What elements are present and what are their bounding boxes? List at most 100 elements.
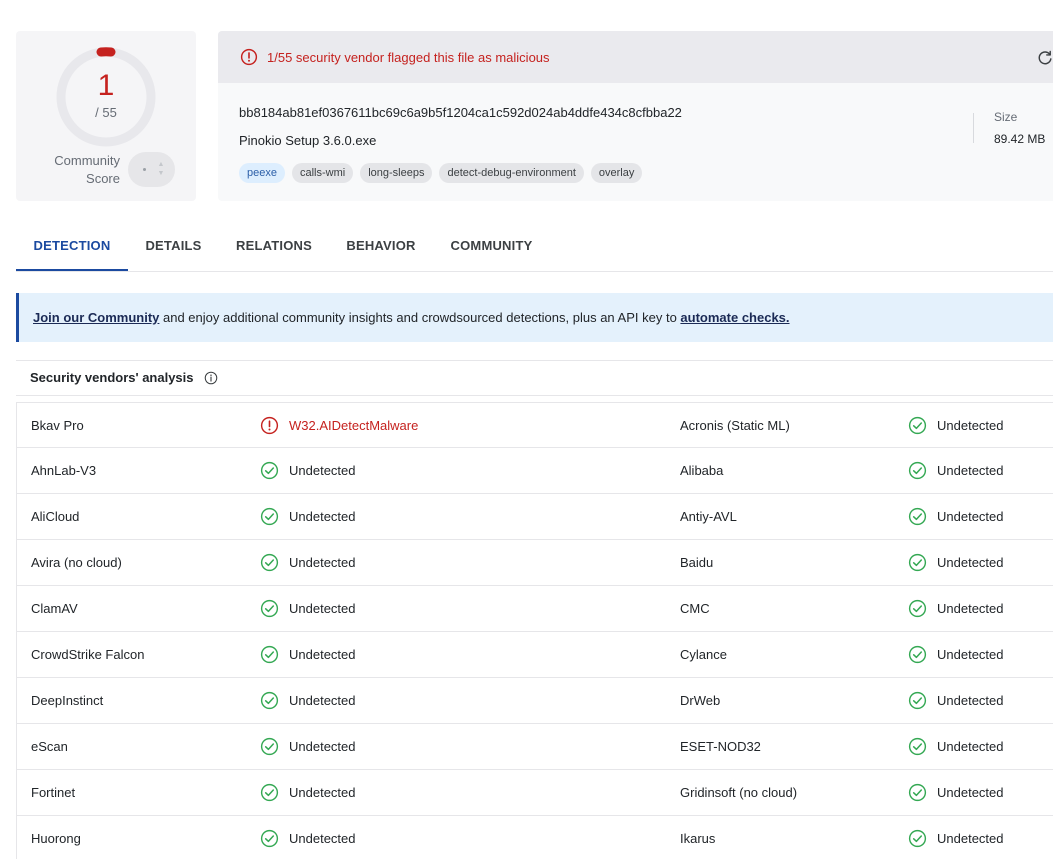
tab-community[interactable]: COMMUNITY [444,228,539,271]
check-circle-icon [260,461,279,480]
check-circle-icon [908,507,927,526]
vendor-result: Undetected [908,678,1004,723]
vendor-name: Cylance [680,647,727,662]
check-circle-icon [260,553,279,572]
banner-text: and enjoy additional community insights … [159,310,681,325]
check-circle-icon [908,783,927,802]
vendor-name: ClamAV [31,601,78,616]
vendor-name: Gridinsoft (no cloud) [680,785,798,800]
vendor-result: Undetected [260,586,356,631]
table-row: AliCloud Undetected Antiy-AVL Undetected [16,494,1053,540]
vendor-name: Ikarus [680,831,716,846]
tag[interactable]: calls-wmi [291,163,354,183]
vendor-result: Undetected [908,816,1004,859]
check-circle-icon [908,737,927,756]
vendor-result-label: Undetected [937,555,1004,570]
vendor-results-table: Bkav Pro W32.AIDetectMalware Acronis (Stat… [16,402,1053,859]
tab-relations[interactable]: RELATIONS [226,228,322,271]
vendor-result: Undetected [908,540,1004,585]
vendor-name: ESET-NOD32 [680,739,761,754]
vendor-name: Fortinet [31,785,76,800]
vendor-name: Bkav Pro [31,418,84,433]
vendor-name: DrWeb [680,693,721,708]
vendor-result-label: Undetected [937,463,1004,478]
community-banner: Join our Community and enjoy additional … [16,293,1053,342]
vendor-name: eScan [31,739,68,754]
vendor-result-label: Undetected [289,463,356,478]
vendor-result-label: Undetected [289,555,356,570]
check-circle-icon [908,599,927,618]
alert-text: 1/55 security vendor flagged this file a… [267,49,550,65]
tag[interactable]: peexe [239,163,285,183]
vendor-name: Acronis (Static ML) [680,418,790,433]
check-circle-icon [908,461,927,480]
vote-arrows-icon: ▲ ▼ [157,161,165,177]
table-row: Avira (no cloud) Undetected Baidu Undetecte… [16,540,1053,586]
check-circle-icon [908,553,927,572]
vendor-result-label: Undetected [289,831,356,846]
vendor-result: Undetected [260,632,356,677]
vendor-result: Undetected [908,770,1004,815]
tab-details[interactable]: DETAILS [136,228,211,271]
tab-behavior[interactable]: BEHAVIOR [336,228,426,271]
vendor-result-label: Undetected [289,739,356,754]
automate-checks-link[interactable]: automate checks. [680,310,789,325]
vendor-name: AliCloud [31,509,80,524]
table-row: Bkav Pro W32.AIDetectMalware Acronis (Stat… [16,402,1053,448]
section-title: Security vendors' analysis [30,370,194,385]
community-score-dot [143,168,146,171]
tag[interactable]: detect-debug-environment [439,163,584,183]
vendor-result: Undetected [908,724,1004,769]
vendor-result-label: Undetected [289,785,356,800]
report-tabs: DETECTION DETAILS RELATIONS BEHAVIOR COM… [16,228,1053,272]
check-circle-icon [260,691,279,710]
check-circle-icon [908,829,927,848]
check-circle-icon [260,737,279,756]
refresh-icon[interactable] [1036,49,1053,67]
tab-detection[interactable]: DETECTION [16,228,128,271]
vendor-result-label: Undetected [937,693,1004,708]
vendor-result-label: Undetected [937,785,1004,800]
vendor-name: Huorong [31,831,81,846]
info-icon[interactable] [204,371,218,385]
vendor-result: Undetected [260,678,356,723]
community-score-card: 1 / 55 Community Score ▲ ▼ [16,31,196,201]
vendor-result: Undetected [260,724,356,769]
check-circle-icon [260,829,279,848]
community-score-toggle[interactable]: ▲ ▼ [128,152,175,187]
vendor-result-label: Undetected [289,601,356,616]
vendor-result-label: Undetected [937,739,1004,754]
vendor-name: DeepInstinct [31,693,104,708]
vendor-result-label: Undetected [937,647,1004,662]
vendor-result: Undetected [908,494,1004,539]
detection-total: / 55 [95,105,117,120]
vendor-result: Undetected [260,448,356,493]
vendor-name: Baidu [680,555,714,570]
file-hash[interactable]: bb8184ab81ef0367611bc69c6a9b5f1204ca1c59… [239,105,682,120]
vendor-result: Undetected [908,448,1004,493]
vendor-name: CMC [680,601,710,616]
table-row: ClamAV Undetected CMC Undetected [16,586,1053,632]
size-label: Size [994,110,1018,124]
tag[interactable]: overlay [590,163,643,183]
tag[interactable]: long-sleeps [360,163,433,183]
alert-circle-icon [260,416,279,435]
size-divider [973,113,974,143]
community-score-label: Community Score [54,153,120,186]
vendor-name: Avira (no cloud) [31,555,122,570]
table-row: DeepInstinct Undetected DrWeb Undetected [16,678,1053,724]
vendor-result: Undetected [908,403,1004,448]
vendor-result-label: W32.AIDetectMalware [289,418,419,433]
table-row: AhnLab-V3 Undetected Alibaba Undetected [16,448,1053,494]
vendor-result: Undetected [260,540,356,585]
detection-count: 1 [97,69,115,102]
check-circle-icon [908,416,927,435]
join-community-link[interactable]: Join our Community [33,310,159,325]
file-name: Pinokio Setup 3.6.0.exe [239,133,377,148]
vendor-result-label: Undetected [937,509,1004,524]
vendors-section-header: Security vendors' analysis [16,360,1053,396]
vendor-result-label: Undetected [289,693,356,708]
check-circle-icon [260,507,279,526]
vendor-result-label: Undetected [937,831,1004,846]
table-row: CrowdStrike Falcon Undetected Cylance Undet… [16,632,1053,678]
